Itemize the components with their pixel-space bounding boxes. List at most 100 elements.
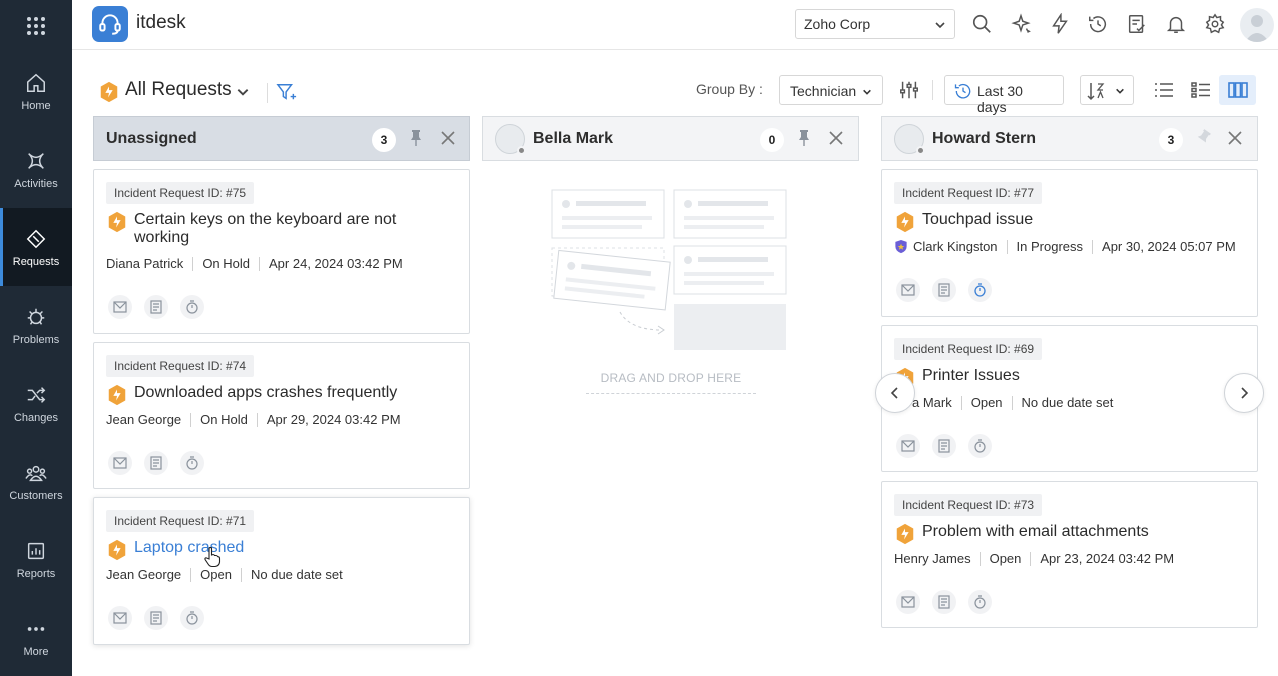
bell-icon[interactable] — [1164, 12, 1188, 36]
notes-icon[interactable] — [144, 295, 168, 319]
column-header-howard-stern: Howard Stern 3 — [881, 116, 1258, 161]
mail-icon[interactable] — [108, 295, 132, 319]
scroll-left-button[interactable] — [875, 373, 915, 413]
app-title: itdesk — [136, 12, 186, 33]
close-icon[interactable] — [441, 131, 455, 150]
request-card[interactable]: Incident Request ID: #69 Printer Issues … — [881, 325, 1258, 472]
timer-icon[interactable] — [180, 295, 204, 319]
incident-icon — [106, 384, 128, 411]
nav-label: Problems — [12, 334, 60, 346]
mail-icon[interactable] — [108, 451, 132, 475]
notes-icon[interactable] — [932, 278, 956, 302]
due-date: Apr 23, 2024 03:42 PM — [1040, 551, 1175, 566]
request-meta: Diana Patrick On Hold Apr 24, 2024 03:42… — [106, 256, 403, 271]
organization-select[interactable]: Zoho Corp — [795, 9, 955, 39]
timer-icon[interactable] — [968, 434, 992, 458]
list-view-icon[interactable] — [1146, 75, 1183, 105]
avatar[interactable] — [1240, 8, 1274, 42]
nav-label: Customers — [9, 490, 63, 502]
request-title[interactable]: Problem with email attachments — [922, 523, 1149, 541]
history-icon[interactable] — [1086, 12, 1110, 36]
mail-icon[interactable] — [108, 606, 132, 630]
status: In Progress — [1016, 239, 1084, 254]
request-id: Incident Request ID: #73 — [894, 494, 1043, 516]
pin-icon[interactable] — [1195, 129, 1211, 152]
request-id: Incident Request ID: #71 — [106, 510, 255, 532]
mail-icon[interactable] — [896, 278, 920, 302]
view-title[interactable]: All Requests — [125, 79, 232, 101]
sort-button[interactable] — [1080, 75, 1134, 105]
request-title[interactable]: Downloaded apps crashes frequently — [134, 384, 397, 402]
chevron-down-icon[interactable] — [236, 85, 250, 104]
nav-item-problems[interactable]: Problems — [0, 286, 72, 364]
nav-item-changes[interactable]: Changes — [0, 364, 72, 442]
timer-active-icon[interactable] — [968, 278, 992, 302]
request-title[interactable]: Laptop crashed — [134, 539, 244, 557]
close-icon[interactable] — [1228, 131, 1242, 150]
request-title[interactable]: Printer Issues — [922, 367, 1020, 385]
request-card[interactable]: Incident Request ID: #74 Downloaded apps… — [93, 342, 470, 489]
divider — [267, 83, 268, 103]
search-icon[interactable] — [970, 12, 994, 36]
request-title[interactable]: Touchpad issue — [922, 211, 1033, 229]
nav-item-more[interactable]: More — [0, 598, 72, 676]
pin-icon[interactable] — [408, 129, 424, 152]
request-id: Incident Request ID: #69 — [894, 338, 1043, 360]
ai-sparkle-icon[interactable] — [1009, 12, 1033, 36]
nav-item-home[interactable]: Home — [0, 52, 72, 130]
request-meta: Jean George On Hold Apr 29, 2024 03:42 P… — [106, 412, 401, 427]
tasks-icon[interactable] — [1125, 12, 1149, 36]
status: Open — [970, 395, 1003, 410]
group-by-value: Technician — [790, 83, 857, 99]
mail-icon[interactable] — [896, 434, 920, 458]
chevron-right-icon — [1241, 387, 1249, 399]
card-actions — [108, 451, 204, 475]
date-range-value: Last 30 days — [977, 83, 1023, 115]
requester: Clark Kingston — [913, 239, 998, 254]
requester: Henry James — [894, 551, 971, 566]
kanban-view-icon[interactable] — [1219, 75, 1257, 105]
nav-item-requests[interactable]: Requests — [0, 208, 72, 286]
column-name: Unassigned — [106, 130, 197, 147]
mail-icon[interactable] — [896, 590, 920, 614]
nav-item-activities[interactable]: Activities — [0, 130, 72, 208]
request-card[interactable]: Incident Request ID: #77 Touchpad issue … — [881, 169, 1258, 317]
scroll-right-button[interactable] — [1224, 373, 1264, 413]
request-card[interactable]: Incident Request ID: #75 Certain keys on… — [93, 169, 470, 334]
notes-icon[interactable] — [144, 451, 168, 475]
status: Open — [989, 551, 1022, 566]
notes-icon[interactable] — [932, 590, 956, 614]
request-title[interactable]: Certain keys on the keyboard are not wor… — [134, 211, 424, 247]
request-id: Incident Request ID: #77 — [894, 182, 1043, 204]
notes-icon[interactable] — [932, 434, 956, 458]
app-grid-icon[interactable] — [24, 14, 48, 38]
group-by-select[interactable]: Technician — [779, 75, 883, 105]
incident-icon — [894, 211, 916, 238]
request-meta: Henry James Open Apr 23, 2024 03:42 PM — [894, 551, 1174, 566]
count-badge: 3 — [372, 128, 396, 152]
request-card[interactable]: Incident Request ID: #71 Laptop crashed … — [93, 497, 470, 645]
count-badge: 3 — [1159, 128, 1183, 152]
notes-icon[interactable] — [144, 606, 168, 630]
column-settings-icon[interactable] — [898, 79, 920, 106]
divider — [932, 80, 933, 100]
request-card[interactable]: Incident Request ID: #73 Problem with em… — [881, 481, 1258, 628]
date-range-button[interactable]: Last 30 days — [944, 75, 1064, 115]
timer-icon[interactable] — [968, 590, 992, 614]
app-logo-icon[interactable] — [92, 6, 128, 42]
requester: a Mark — [912, 395, 952, 410]
timer-icon[interactable] — [180, 606, 204, 630]
detailed-list-view-icon[interactable] — [1183, 75, 1220, 105]
timer-icon[interactable] — [180, 451, 204, 475]
gear-icon[interactable] — [1203, 12, 1227, 36]
incident-icon — [894, 523, 916, 550]
close-icon[interactable] — [829, 131, 843, 150]
nav-item-customers[interactable]: Customers — [0, 442, 72, 520]
pin-icon[interactable] — [796, 129, 812, 152]
nav-item-reports[interactable]: Reports — [0, 520, 72, 598]
lightning-icon[interactable] — [1048, 12, 1072, 36]
view-toggle-group — [1146, 75, 1257, 105]
filter-icon[interactable] — [276, 82, 298, 107]
requests-icon — [23, 226, 49, 252]
count-badge: 0 — [760, 128, 784, 152]
